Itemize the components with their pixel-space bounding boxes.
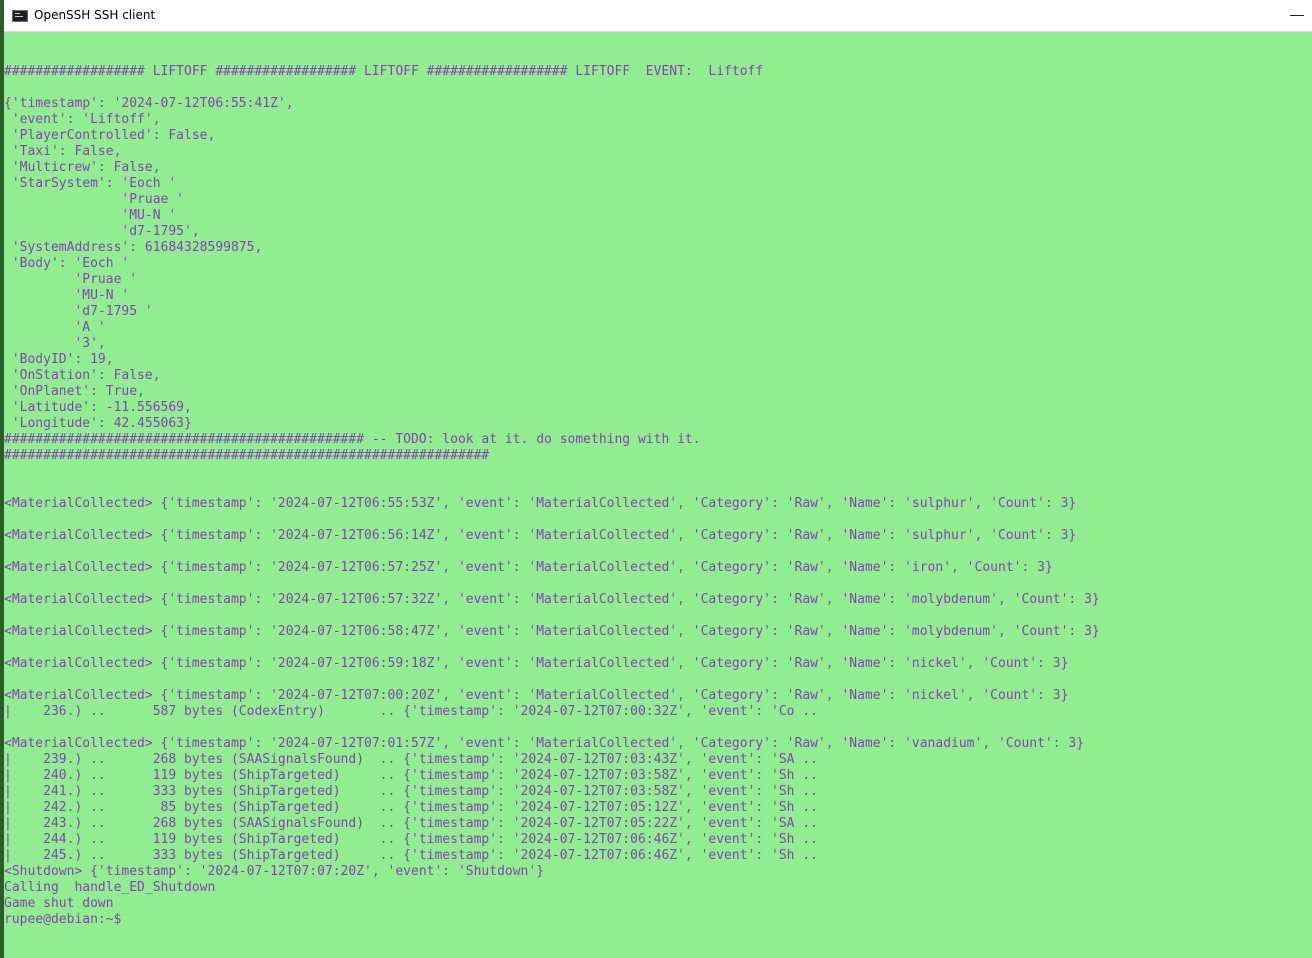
console-icon — [12, 10, 28, 22]
title-bar[interactable]: OpenSSH SSH client — [4, 0, 1312, 32]
terminal-line: | 241.) .. 333 bytes (ShipTargeted) .. {… — [4, 784, 818, 799]
terminal-line: | 240.) .. 119 bytes (ShipTargeted) .. {… — [4, 768, 818, 783]
terminal-line: 'A ' — [4, 320, 106, 335]
terminal-line: | 242.) .. 85 bytes (ShipTargeted) .. {'… — [4, 800, 818, 815]
terminal-line: Game shut down — [4, 896, 114, 911]
terminal-line: <MaterialCollected> {'timestamp': '2024-… — [4, 496, 1077, 511]
terminal-line: 'MU-N ' — [4, 208, 177, 223]
terminal-line: ########################################… — [4, 448, 490, 463]
terminal-line: 'Pruae ' — [4, 272, 138, 287]
terminal-line: ########################################… — [4, 432, 701, 447]
terminal-line: 'd7-1795', — [4, 224, 200, 239]
terminal-line: <MaterialCollected> {'timestamp': '2024-… — [4, 592, 1100, 607]
terminal-line: <MaterialCollected> {'timestamp': '2024-… — [4, 624, 1100, 639]
terminal-line: 'PlayerControlled': False, — [4, 128, 216, 143]
terminal-line: 'SystemAddress': 61684328599875, — [4, 240, 263, 255]
terminal-line: <Shutdown> {'timestamp': '2024-07-12T07:… — [4, 864, 545, 879]
terminal-line: 'Latitude': -11.556569, — [4, 400, 192, 415]
minimize-icon[interactable] — [1282, 0, 1312, 31]
terminal-line: 'event': 'Liftoff', — [4, 112, 161, 127]
ssh-client-window: OpenSSH SSH client ################## LI… — [0, 0, 1312, 958]
terminal-line: | 245.) .. 333 bytes (ShipTargeted) .. {… — [4, 848, 818, 863]
terminal-line: <MaterialCollected> {'timestamp': '2024-… — [4, 528, 1077, 543]
terminal-line: {'timestamp': '2024-07-12T06:55:41Z', — [4, 96, 294, 111]
terminal-line: 'Pruae ' — [4, 192, 185, 207]
terminal-line: 'd7-1795 ' — [4, 304, 153, 319]
terminal-line: | 243.) .. 268 bytes (SAASignalsFound) .… — [4, 816, 818, 831]
terminal-line: 'Longitude': 42.455063} — [4, 416, 192, 431]
terminal-line: 'Taxi': False, — [4, 144, 122, 159]
terminal-line: | 244.) .. 119 bytes (ShipTargeted) .. {… — [4, 832, 818, 847]
terminal-line: 'StarSystem': 'Eoch ' — [4, 176, 177, 191]
terminal-line: '3', — [4, 336, 106, 351]
terminal-line: <MaterialCollected> {'timestamp': '2024-… — [4, 688, 1069, 703]
terminal-line: <MaterialCollected> {'timestamp': '2024-… — [4, 560, 1053, 575]
window-title: OpenSSH SSH client — [34, 8, 156, 22]
terminal-line: 'MU-N ' — [4, 288, 130, 303]
terminal-line: <MaterialCollected> {'timestamp': '2024-… — [4, 656, 1069, 671]
terminal-line: | 236.) .. 587 bytes (CodexEntry) .. {'t… — [4, 704, 818, 719]
terminal-line: 'Multicrew': False, — [4, 160, 161, 175]
terminal-line: ################## LIFTOFF #############… — [4, 64, 764, 79]
terminal-output[interactable]: ################## LIFTOFF #############… — [4, 32, 1312, 958]
terminal-line: 'Body': 'Eoch ' — [4, 256, 130, 271]
terminal-line: 'OnPlanet': True, — [4, 384, 145, 399]
terminal-line: | 239.) .. 268 bytes (SAASignalsFound) .… — [4, 752, 818, 767]
terminal-line: rupee@debian:~$ — [4, 912, 122, 927]
terminal-line: Calling handle_ED_Shutdown — [4, 880, 216, 895]
terminal-line: 'OnStation': False, — [4, 368, 161, 383]
terminal-line: 'BodyID': 19, — [4, 352, 114, 367]
terminal-line: <MaterialCollected> {'timestamp': '2024-… — [4, 736, 1085, 751]
